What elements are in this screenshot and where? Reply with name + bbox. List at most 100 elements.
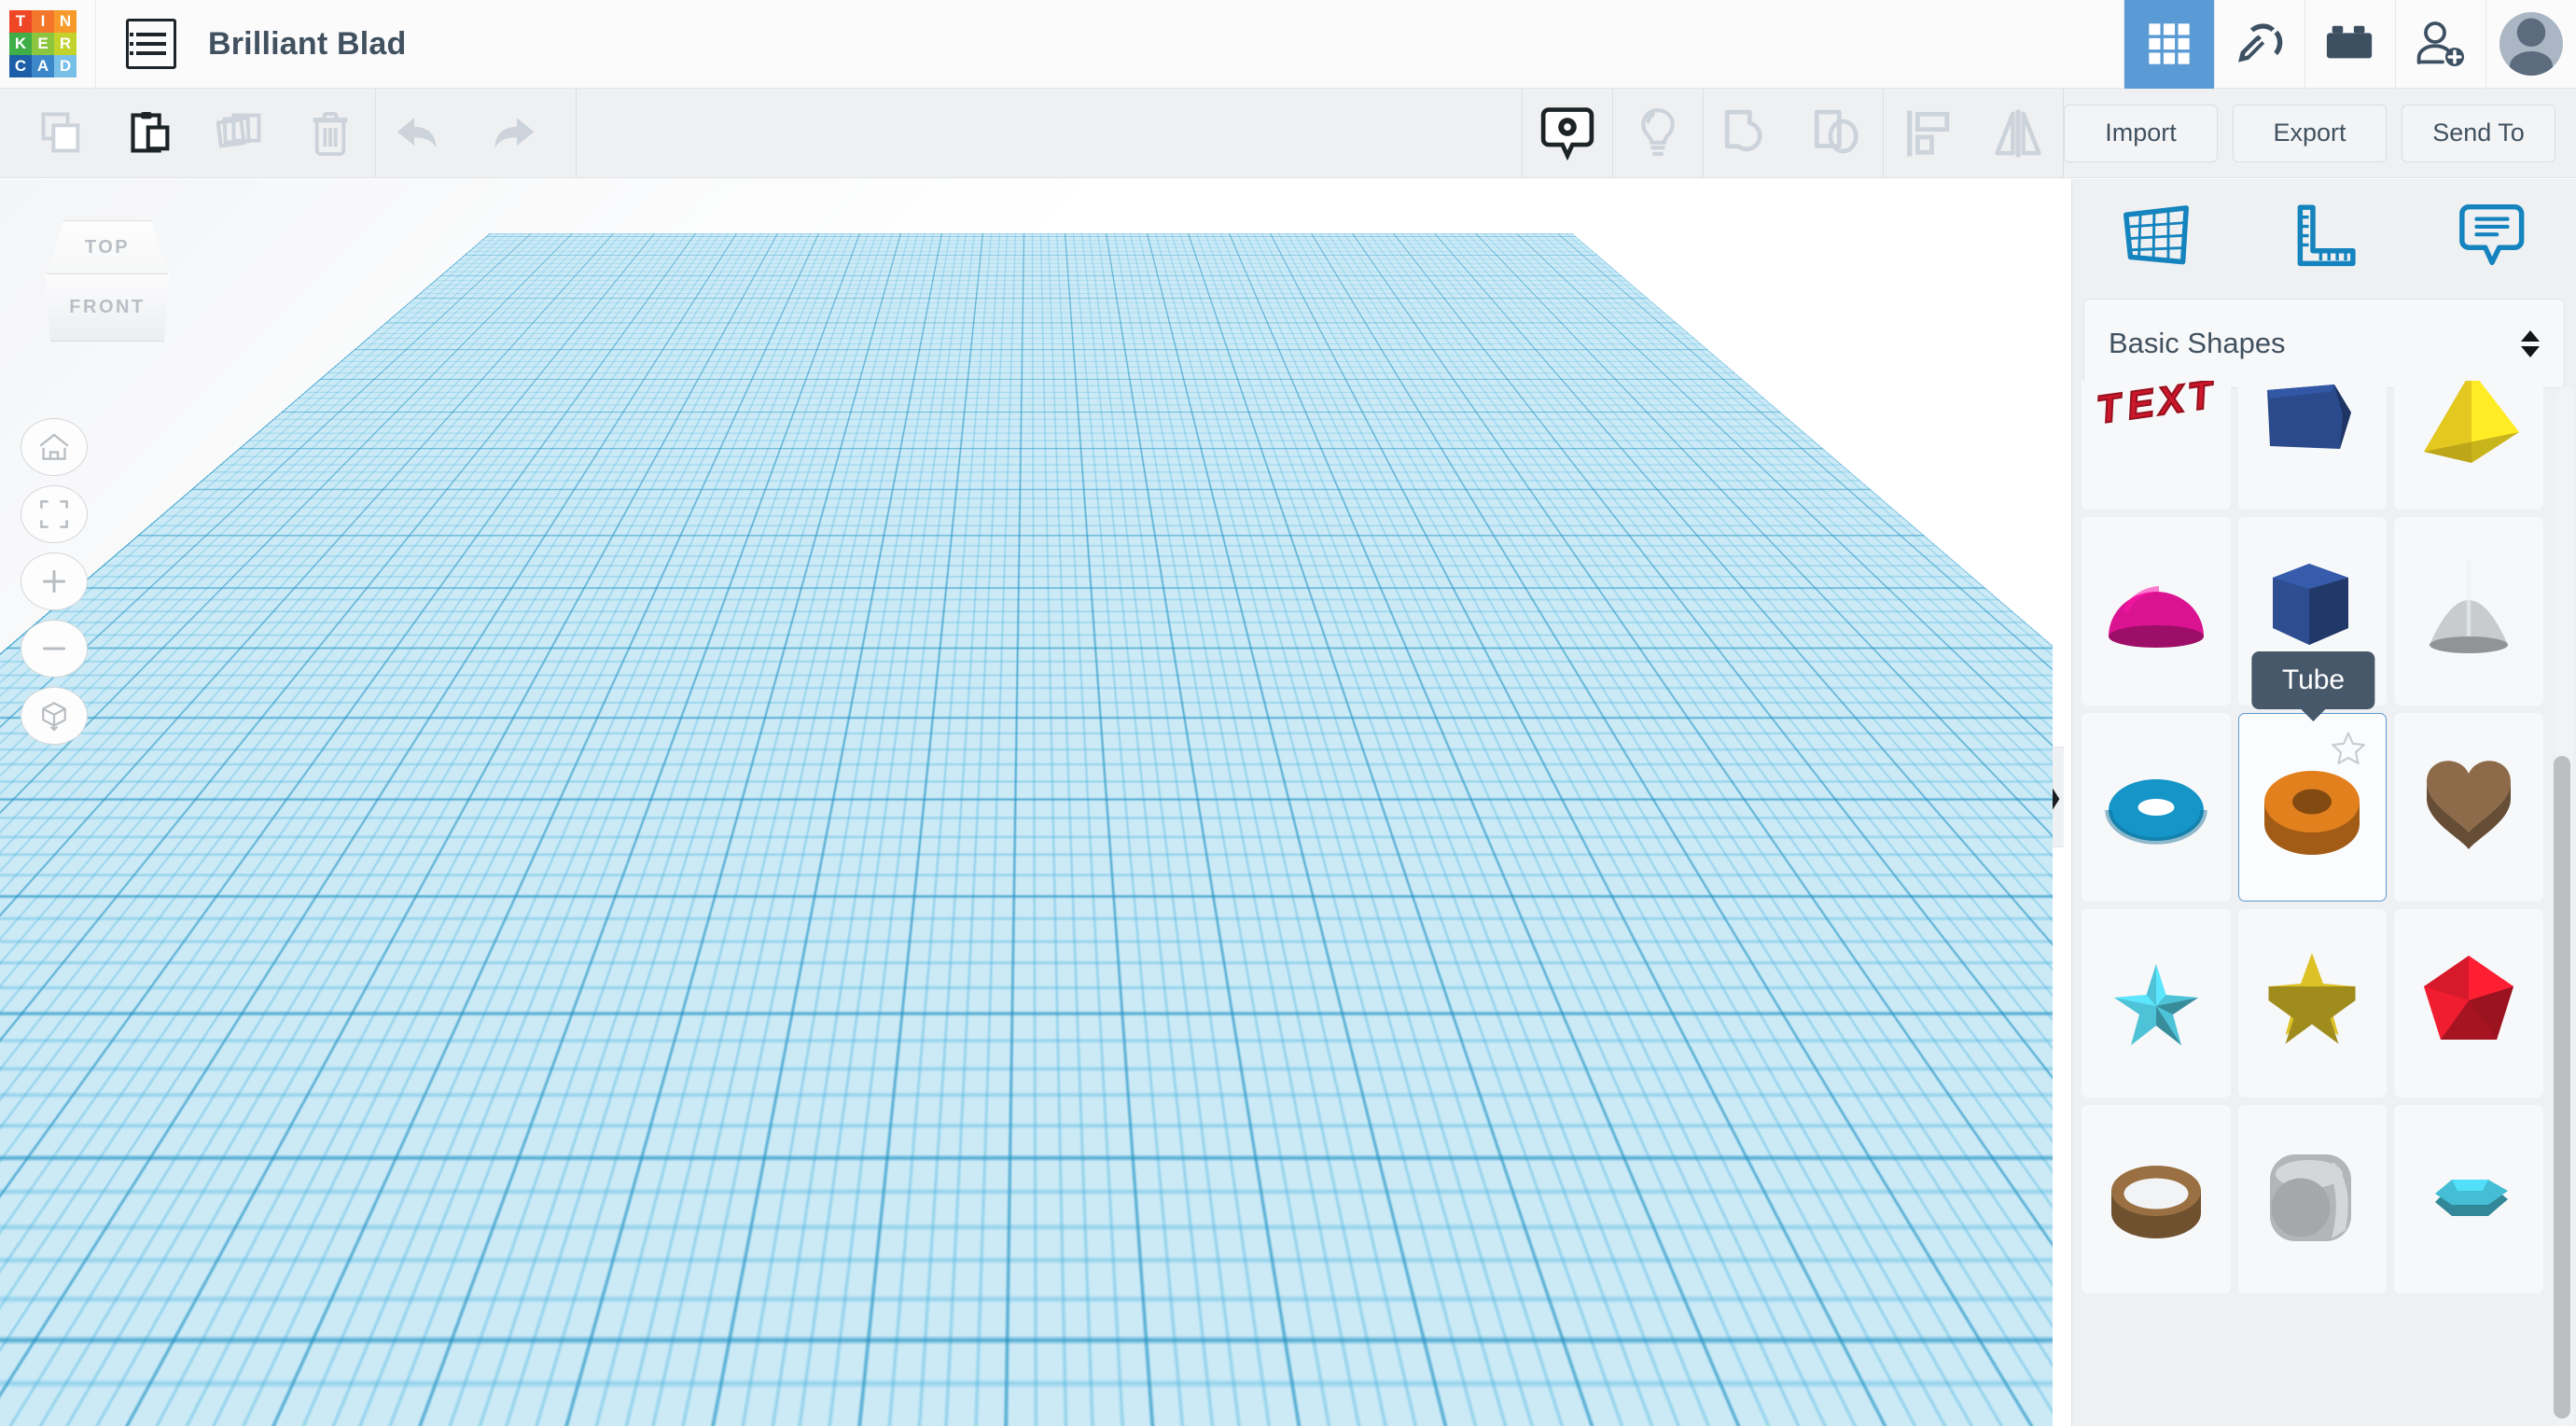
svg-text:T: T — [2185, 381, 2218, 419]
ring-shape[interactable] — [2082, 1105, 2231, 1293]
blocks-brick-icon[interactable] — [2304, 0, 2395, 89]
star-prism-shape[interactable] — [2238, 909, 2388, 1097]
minecraft-pickaxe-icon[interactable] — [2214, 0, 2304, 89]
shape-thumbnail — [2399, 933, 2539, 1073]
shape-thumbnail — [2086, 541, 2226, 681]
designs-grid-icon[interactable] — [2123, 0, 2214, 89]
header-actions — [2123, 0, 2576, 89]
shape-tooltip: Tube — [2252, 651, 2374, 709]
shapes-panel: Basic Shapes TEXT Tube — [2071, 179, 2576, 1426]
header-divider — [95, 0, 96, 89]
shape-thumbnail — [2399, 541, 2539, 681]
workplane-tab-icon[interactable] — [2072, 203, 2240, 267]
redo-glyph — [484, 112, 536, 155]
gem-shape[interactable] — [2394, 1105, 2543, 1293]
align-glyph — [1904, 107, 1953, 160]
toolbar-divider-2 — [576, 89, 577, 178]
note-callout-icon[interactable] — [1523, 89, 1612, 178]
edit-grid-button[interactable]: Edit Grid — [1874, 1301, 2023, 1349]
cube-glyph — [38, 700, 70, 732]
panel-scrollbar-thumb[interactable] — [2554, 756, 2570, 1419]
fit-to-view-icon[interactable] — [21, 485, 88, 543]
ruler-tab-icon[interactable] — [2240, 203, 2408, 267]
export-button[interactable]: Export — [2233, 105, 2387, 162]
workplane-tab-glyph — [2120, 203, 2193, 267]
copy-icon[interactable] — [17, 89, 106, 178]
plus-glyph — [39, 566, 69, 596]
logo-tile-t: T — [9, 10, 32, 33]
logo-tile-n: N — [54, 10, 77, 33]
duplicate-icon[interactable] — [196, 89, 285, 178]
svg-text:X: X — [2153, 381, 2190, 424]
shape-thumbnail — [2399, 737, 2539, 877]
brick-glyph — [2325, 24, 2375, 63]
grid-glyph — [2145, 20, 2193, 68]
align-icon[interactable] — [1884, 89, 1973, 178]
round-cube-shape[interactable] — [2238, 1105, 2388, 1293]
mirror-flip-icon[interactable] — [1973, 89, 2063, 178]
paste-icon[interactable] — [106, 89, 196, 178]
page-title: Brilliant Blad — [208, 26, 407, 63]
shapes-grid: TEXT — [2072, 381, 2553, 1301]
shape-thumbnail — [2086, 737, 2226, 877]
zoom-in-icon[interactable] — [21, 552, 88, 610]
panel-collapse-handle[interactable]: ❯ — [2037, 747, 2064, 847]
panel-tab-bar — [2072, 179, 2576, 291]
view-cube-top-face[interactable]: TOP — [47, 220, 168, 274]
ungroup-icon[interactable] — [1793, 89, 1883, 178]
workplane-grid[interactable] — [0, 179, 2053, 233]
text-shape[interactable]: TEXT — [2082, 381, 2231, 510]
undo-arrow-icon[interactable] — [376, 89, 466, 178]
shapes-scroll-area[interactable]: TEXT — [2072, 381, 2576, 1426]
ruler-tab-glyph — [2290, 203, 2359, 267]
home-glyph — [38, 432, 70, 462]
group-glyph — [1722, 107, 1775, 160]
minus-glyph — [39, 634, 69, 664]
view-cube-front-face[interactable]: FRONT — [41, 274, 174, 342]
mirror-glyph — [1992, 107, 2044, 160]
shape-thumbnail — [2399, 1129, 2539, 1269]
shape-category-value: Basic Shapes — [2109, 327, 2521, 360]
logo-tile-r: R — [54, 33, 77, 55]
lightbulb-icon[interactable] — [1613, 89, 1703, 178]
torus-shape[interactable] — [2082, 713, 2231, 902]
polyhedron-shape[interactable] — [2394, 909, 2543, 1097]
view-cube-front-label: FRONT — [69, 297, 145, 318]
shape-thumbnail — [2242, 1129, 2382, 1269]
send-to-button[interactable]: Send To — [2402, 105, 2555, 162]
heart-shape[interactable] — [2394, 713, 2543, 902]
star-glyph — [2330, 731, 2367, 766]
note-tab-glyph — [2458, 203, 2527, 268]
hamburger-list-icon[interactable] — [126, 19, 176, 69]
favorite-star-icon[interactable] — [2330, 731, 2367, 771]
shape-category-select[interactable]: Basic Shapes — [2083, 299, 2565, 388]
3d-viewport[interactable]: Workplane TOP FRONT — [0, 179, 2053, 1426]
pyramid-shape[interactable] — [2394, 381, 2543, 510]
star3d-shape[interactable] — [2082, 909, 2231, 1097]
undo-glyph — [395, 112, 447, 155]
stepper-arrows-icon — [2521, 330, 2540, 357]
note-tab-icon[interactable] — [2408, 203, 2576, 268]
perspective-toggle-icon[interactable] — [21, 687, 88, 745]
bulb-glyph — [1636, 106, 1680, 161]
snap-grid-select[interactable]: 1.0 mm — [1873, 1364, 2023, 1413]
tube-shape[interactable] — [2238, 713, 2388, 902]
home-view-icon[interactable] — [21, 418, 88, 476]
duplicate-glyph — [216, 109, 265, 158]
group-icon[interactable] — [1704, 89, 1793, 178]
redo-arrow-icon[interactable] — [466, 89, 555, 178]
dome-shape[interactable] — [2082, 517, 2231, 706]
delete-trash-icon[interactable] — [285, 89, 375, 178]
tinkercad-logo[interactable]: TINKERCAD — [9, 10, 77, 77]
avatar[interactable] — [2485, 0, 2576, 89]
svg-text:E: E — [2124, 381, 2158, 427]
invite-person-icon[interactable] — [2395, 0, 2485, 89]
paraboloid-shape[interactable] — [2394, 517, 2543, 706]
import-button[interactable]: Import — [2064, 105, 2218, 162]
avatar-image — [2499, 12, 2563, 76]
wedge-shape[interactable] — [2238, 381, 2388, 510]
logo-tile-e: E — [32, 33, 54, 55]
view-cube[interactable]: TOP FRONT — [41, 220, 176, 351]
zoom-out-icon[interactable] — [21, 620, 88, 678]
panel-scrollbar-track[interactable] — [2556, 386, 2573, 1426]
